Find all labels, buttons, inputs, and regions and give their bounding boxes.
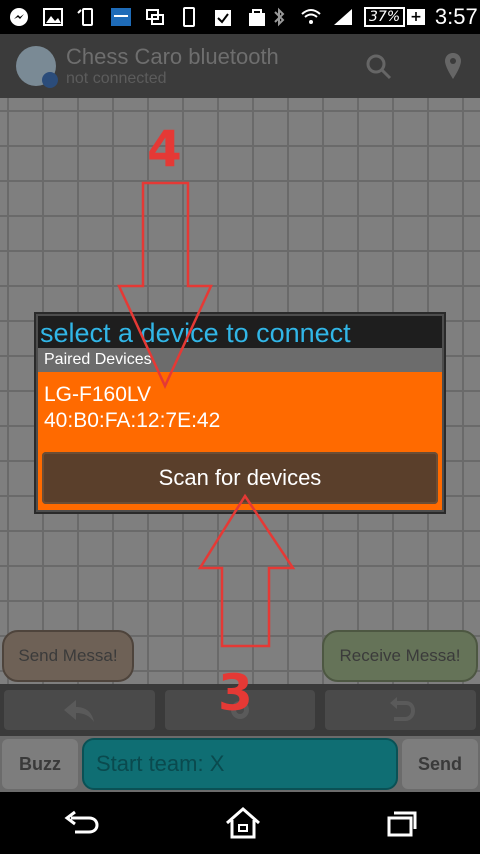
clock: 3:57 xyxy=(434,4,478,29)
navigation-bar xyxy=(0,792,480,854)
paired-device-item[interactable]: LG-F160LV 40:B0:FA:12:7E:42 xyxy=(44,382,220,434)
status-bar: 37% + 3:57 xyxy=(0,0,480,34)
device-picker-dialog: select a device to connect Paired Device… xyxy=(36,314,444,512)
recent-apps-icon[interactable] xyxy=(385,808,419,838)
connection-status: not connected xyxy=(66,70,167,87)
step-number-bottom: 3 xyxy=(218,664,253,722)
app-title: Chess Caro bluetooth xyxy=(66,44,279,69)
signal-icon xyxy=(334,9,352,25)
undo-arrow-icon xyxy=(64,700,95,722)
app-badge-icon xyxy=(111,8,131,26)
paired-devices-header: Paired Devices xyxy=(38,348,442,372)
send-message-button[interactable]: Send Messa! xyxy=(2,630,134,682)
chat-row: Buzz Send xyxy=(0,736,480,792)
messenger-icon xyxy=(10,8,28,26)
wifi-icon xyxy=(301,9,321,24)
redo-arrow-icon xyxy=(389,697,415,721)
battery-indicator: 37% + xyxy=(364,7,425,27)
redo-button[interactable] xyxy=(325,690,477,730)
chat-input[interactable] xyxy=(82,738,398,790)
dialog-title: select a device to connect xyxy=(38,316,442,348)
back-icon[interactable] xyxy=(61,808,101,838)
send-button[interactable]: Send xyxy=(402,739,478,789)
device-address: 40:B0:FA:12:7E:42 xyxy=(44,409,221,432)
app-header: Chess Caro bluetooth not connected xyxy=(0,34,480,98)
device-name: LG-F160LV xyxy=(44,383,151,406)
search-icon[interactable] xyxy=(364,52,392,80)
receive-message-button[interactable]: Receive Messa! xyxy=(322,630,478,682)
battery-plus-icon: + xyxy=(407,9,425,25)
home-icon[interactable] xyxy=(223,806,263,840)
shopping-bag-icon xyxy=(249,9,265,26)
undo-button[interactable] xyxy=(4,690,155,730)
step-number-top: 4 xyxy=(147,120,182,178)
app-logo-icon xyxy=(16,46,58,88)
buzz-button[interactable]: Buzz xyxy=(2,739,78,789)
app-titles: Chess Caro bluetooth not connected xyxy=(66,44,279,88)
battery-percent: 37% xyxy=(364,7,406,27)
clipboard-check-icon xyxy=(215,10,231,26)
windows-icon xyxy=(146,9,164,25)
location-pin-icon[interactable] xyxy=(442,51,464,81)
device-list: LG-F160LV 40:B0:FA:12:7E:42 Scan for dev… xyxy=(38,372,442,510)
bluetooth-icon xyxy=(274,7,285,27)
phone-icon xyxy=(183,7,195,27)
scan-for-devices-button[interactable]: Scan for devices xyxy=(42,452,438,504)
phone-rotate-icon xyxy=(77,8,93,26)
gallery-icon xyxy=(43,8,63,26)
